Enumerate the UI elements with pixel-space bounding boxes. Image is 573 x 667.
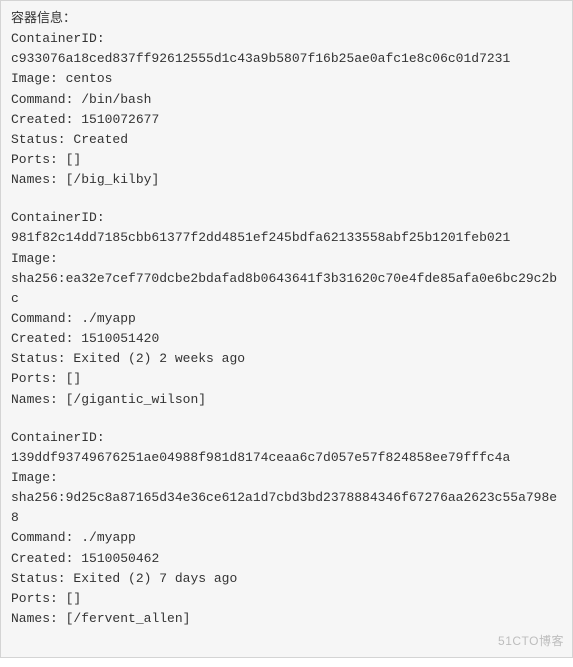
- ports-value: []: [66, 152, 82, 167]
- image-label: Image:: [11, 71, 58, 86]
- created-label: Created:: [11, 112, 73, 127]
- ports-label: Ports:: [11, 591, 58, 606]
- container-id-label: ContainerID:: [11, 29, 562, 49]
- ports-value: []: [66, 591, 82, 606]
- command-line: Command: /bin/bash: [11, 90, 562, 110]
- names-label: Names:: [11, 392, 58, 407]
- command-label: Command:: [11, 311, 73, 326]
- container-id-label: ContainerID:: [11, 428, 562, 448]
- status-label: Status:: [11, 132, 66, 147]
- container-id-value: c933076a18ced837ff92612555d1c43a9b5807f1…: [11, 49, 562, 69]
- header-line: 容器信息：: [11, 9, 562, 29]
- ports-label: Ports:: [11, 152, 58, 167]
- names-value: [/fervent_allen]: [66, 611, 191, 626]
- names-value: [/big_kilby]: [66, 172, 160, 187]
- container-block: ContainerID: 981f82c14dd7185cbb61377f2dd…: [11, 208, 562, 409]
- container-id-value: 139ddf93749676251ae04988f981d8174ceaa6c7…: [11, 448, 562, 468]
- status-line: Status: Created: [11, 130, 562, 150]
- names-line: Names: [/gigantic_wilson]: [11, 390, 562, 410]
- image-value: sha256:9d25c8a87165d34e36ce612a1d7cbd3bd…: [11, 488, 562, 528]
- container-block: ContainerID: 139ddf93749676251ae04988f98…: [11, 428, 562, 629]
- status-line: Status: Exited (2) 7 days ago: [11, 569, 562, 589]
- command-value: /bin/bash: [81, 92, 151, 107]
- ports-line: Ports: []: [11, 589, 562, 609]
- created-value: 1510051420: [81, 331, 159, 346]
- command-label: Command:: [11, 92, 73, 107]
- status-value: Exited (2) 7 days ago: [73, 571, 237, 586]
- command-label: Command:: [11, 530, 73, 545]
- image-value: sha256:ea32e7cef770dcbe2bdafad8b0643641f…: [11, 269, 562, 309]
- command-line: Command: ./myapp: [11, 528, 562, 548]
- ports-value: []: [66, 371, 82, 386]
- names-value: [/gigantic_wilson]: [66, 392, 206, 407]
- names-line: Names: [/big_kilby]: [11, 170, 562, 190]
- command-line: Command: ./myapp: [11, 309, 562, 329]
- created-line: Created: 1510051420: [11, 329, 562, 349]
- image-label-line: Image:: [11, 249, 562, 269]
- image-line: Image: centos: [11, 69, 562, 89]
- status-value: Exited (2) 2 weeks ago: [73, 351, 245, 366]
- status-line: Status: Exited (2) 2 weeks ago: [11, 349, 562, 369]
- ports-line: Ports: []: [11, 369, 562, 389]
- container-block: ContainerID: c933076a18ced837ff92612555d…: [11, 29, 562, 190]
- command-value: ./myapp: [81, 311, 136, 326]
- watermark-text: 51CTO博客: [498, 632, 564, 651]
- created-line: Created: 1510072677: [11, 110, 562, 130]
- output-panel: 容器信息： ContainerID: c933076a18ced837ff926…: [0, 0, 573, 658]
- ports-line: Ports: []: [11, 150, 562, 170]
- ports-label: Ports:: [11, 371, 58, 386]
- container-id-value: 981f82c14dd7185cbb61377f2dd4851ef245bdfa…: [11, 228, 562, 248]
- names-line: Names: [/fervent_allen]: [11, 609, 562, 629]
- created-line: Created: 1510050462: [11, 549, 562, 569]
- created-value: 1510072677: [81, 112, 159, 127]
- command-value: ./myapp: [81, 530, 136, 545]
- names-label: Names:: [11, 611, 58, 626]
- image-label-line: Image:: [11, 468, 562, 488]
- names-label: Names:: [11, 172, 58, 187]
- created-label: Created:: [11, 551, 73, 566]
- status-value: Created: [73, 132, 128, 147]
- created-value: 1510050462: [81, 551, 159, 566]
- created-label: Created:: [11, 331, 73, 346]
- image-value: centos: [66, 71, 113, 86]
- status-label: Status:: [11, 571, 66, 586]
- status-label: Status:: [11, 351, 66, 366]
- container-id-label: ContainerID:: [11, 208, 562, 228]
